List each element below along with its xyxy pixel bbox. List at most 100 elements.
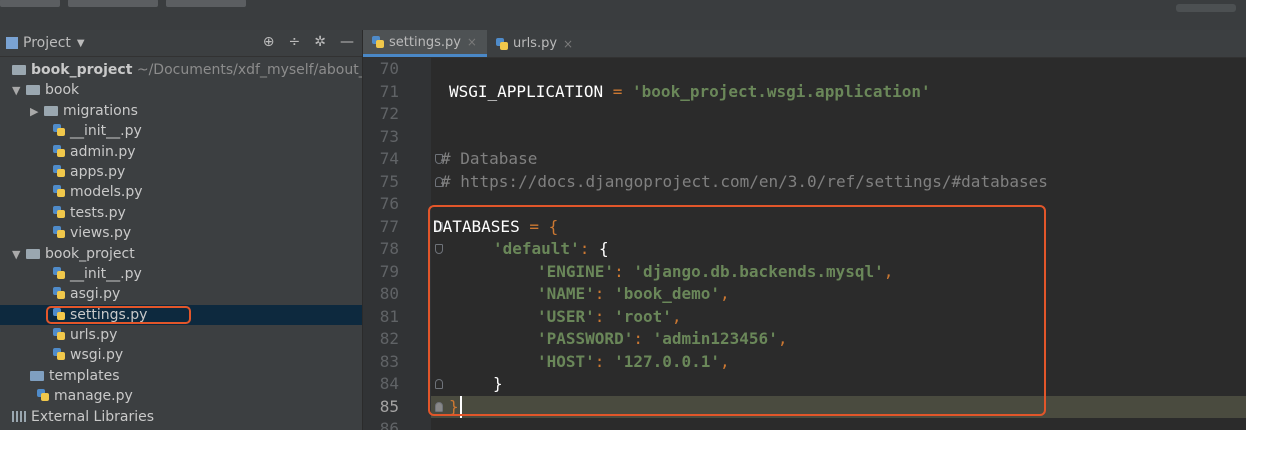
tree-file[interactable]: admin.py <box>0 142 362 162</box>
tree-folder-book-project[interactable]: ▼ book_project <box>0 244 362 264</box>
chevron-down-icon: ▼ <box>76 37 85 49</box>
fold-marker-icon[interactable] <box>435 244 443 254</box>
brace: { <box>598 239 609 258</box>
operator: : <box>633 329 653 348</box>
code-editor[interactable]: settings.py × urls.py × 70 71 WSGI_APPLIC… <box>363 30 1246 430</box>
code-line: 82 'PASSWORD': 'admin123456', <box>363 328 1246 351</box>
tree-item-label: tests.py <box>70 204 126 221</box>
python-file-icon <box>36 388 50 402</box>
tab-label: urls.py <box>512 36 558 51</box>
python-file-icon <box>52 144 66 158</box>
code-text: 'HOST': '127.0.0.1', <box>537 351 730 374</box>
library-icon <box>12 410 26 422</box>
line-number: 71 <box>379 81 399 101</box>
code-line: 78 'default': { <box>363 238 1246 261</box>
line-number: 74 <box>379 149 399 168</box>
line-number: 84 <box>379 374 399 393</box>
string-key: 'USER' <box>537 306 595 326</box>
line-number: 85 <box>379 396 399 416</box>
line-number: 75 <box>379 171 399 191</box>
code-lines: 70 71 WSGI_APPLICATION = 'book_project.ws… <box>363 58 1246 430</box>
code-text: WSGI_APPLICATION = 'book_project.wsgi.ap… <box>449 81 931 104</box>
chevron-down-icon[interactable]: ▼ <box>12 245 26 265</box>
tree-item-label: urls.py <box>70 327 118 344</box>
gear-icon[interactable]: ✲ <box>314 34 326 50</box>
string-value: 'django.db.backends.mysql' <box>633 261 884 281</box>
breadcrumb <box>0 0 340 8</box>
collapse-icon[interactable]: ÷ <box>289 34 301 50</box>
tree-file[interactable]: wsgi.py <box>0 345 362 365</box>
operator: = <box>603 81 633 101</box>
tree-folder-templates[interactable]: templates <box>0 366 362 386</box>
code-text: 'NAME': 'book_demo', <box>537 283 730 306</box>
close-icon[interactable]: × <box>563 37 573 51</box>
tree-external-libraries[interactable]: External Libraries <box>0 407 362 427</box>
line-number: 72 <box>379 104 399 123</box>
string-value: 'admin123456' <box>652 329 778 348</box>
string-key: 'HOST' <box>537 351 595 371</box>
tab-settings-py[interactable]: settings.py × <box>363 30 487 57</box>
code-line: 81 'USER': 'root', <box>363 306 1246 329</box>
tree-item-label: admin.py <box>70 143 136 160</box>
code-text: 'ENGINE': 'django.db.backends.mysql', <box>537 261 893 284</box>
code-text: 'default': { <box>493 238 609 261</box>
close-icon[interactable]: × <box>467 35 477 49</box>
tree-file[interactable]: __init__.py <box>0 121 362 141</box>
crosshair-icon[interactable]: ⊕ <box>263 34 275 50</box>
line-number: 76 <box>379 194 399 213</box>
line-number: 86 <box>379 419 399 430</box>
tree-file[interactable]: __init__.py <box>0 264 362 284</box>
python-file-icon <box>52 327 66 341</box>
fold-marker-icon[interactable] <box>435 379 443 389</box>
code-line: 72 <box>363 103 1246 126</box>
tree-file[interactable]: models.py <box>0 182 362 202</box>
tree-file[interactable]: manage.py <box>0 386 362 406</box>
tree-item-label: asgi.py <box>70 286 121 303</box>
comma: , <box>720 351 730 371</box>
string-key: 'PASSWORD' <box>537 329 634 348</box>
tree-folder-migrations[interactable]: ▶ migrations <box>0 101 362 121</box>
line-number: 83 <box>379 351 399 371</box>
code-line: 71 WSGI_APPLICATION = 'book_project.wsgi.… <box>363 81 1246 104</box>
fold-marker-icon[interactable] <box>435 401 443 412</box>
folder-icon <box>12 65 26 75</box>
tree-file[interactable]: apps.py <box>0 162 362 182</box>
tree-file[interactable]: urls.py <box>0 325 362 345</box>
string-value: '127.0.0.1' <box>614 351 721 371</box>
string-key: 'default' <box>493 239 580 258</box>
tree-item-label: migrations <box>63 102 138 119</box>
operator: : <box>579 239 599 258</box>
minimize-icon[interactable]: — <box>340 34 354 50</box>
brace: } <box>449 395 462 418</box>
tree-root[interactable]: book_project ~/Documents/xdf_myself/abou… <box>0 60 362 80</box>
chevron-down-icon[interactable]: ▼ <box>12 81 26 101</box>
line-number: 81 <box>379 306 399 326</box>
tab-urls-py[interactable]: urls.py × <box>487 30 583 57</box>
tree-folder-book[interactable]: ▼ book <box>0 80 362 100</box>
string-literal: 'book_project.wsgi.application' <box>632 81 931 101</box>
chevron-right-icon[interactable]: ▶ <box>30 102 44 122</box>
python-file-icon <box>371 35 385 49</box>
tree-file[interactable]: tests.py <box>0 203 362 223</box>
tree-item-label: External Libraries <box>31 408 154 425</box>
python-file-icon <box>52 266 66 280</box>
code-line: 75 # https://docs.djangoproject.com/en/3.… <box>363 171 1246 194</box>
tab-label: settings.py <box>389 34 461 50</box>
tree-item-label: book_project <box>45 245 135 262</box>
python-file-icon <box>52 286 66 300</box>
python-file-icon <box>52 225 66 239</box>
toolbar-stub <box>1176 4 1236 12</box>
tree-file[interactable]: views.py <box>0 223 362 243</box>
line-number: 80 <box>379 284 399 303</box>
brace: { <box>548 216 559 236</box>
string-value: 'book_demo' <box>614 284 721 303</box>
project-panel: Project ▼ ⊕ ÷ ✲ — book_project ~/Documen… <box>0 30 363 430</box>
tree-file-selected[interactable]: settings.py <box>0 304 362 326</box>
folder-icon <box>30 370 44 381</box>
project-view-selector[interactable]: Project ▼ <box>6 35 85 51</box>
project-panel-title: Project <box>23 35 71 51</box>
code-line-current: 85} <box>363 395 1246 418</box>
tree-item-label: models.py <box>70 184 143 201</box>
tree-item-label: book <box>45 82 80 99</box>
tree-file[interactable]: asgi.py <box>0 284 362 304</box>
